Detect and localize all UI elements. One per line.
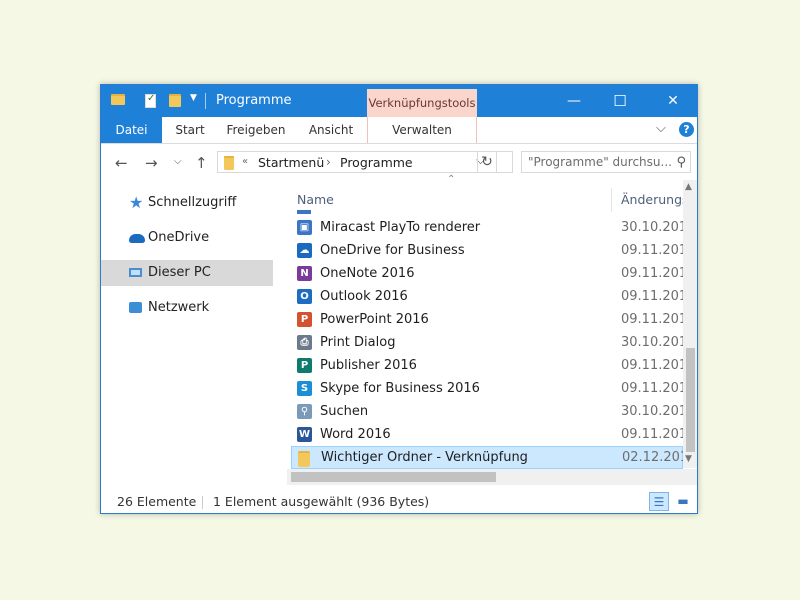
file-name: Word 2016 (320, 427, 391, 442)
breadcrumb-startmenue[interactable]: Startmenü (258, 155, 324, 170)
help-icon[interactable]: ? (679, 122, 694, 137)
window-title: Programme (216, 93, 292, 108)
refresh-icon[interactable]: ↻ (477, 151, 497, 173)
explorer-window: ▼ Programme Verknüpfungstools — ☐ ✕ Date… (100, 84, 698, 514)
word-icon: W (297, 427, 312, 442)
folder-icon (224, 156, 234, 170)
maximize-button[interactable]: ☐ (597, 85, 643, 117)
title-separator (205, 93, 206, 109)
publisher-icon: P (297, 358, 312, 373)
partially-visible-item-icon (297, 210, 311, 214)
file-row[interactable]: Wichtiger Ordner - Verknüpfung 02.12.2015 (291, 446, 696, 469)
recent-locations-icon[interactable]: ⌵ (174, 156, 182, 167)
onenote-icon: N (297, 266, 312, 281)
folder-shortcut-icon (298, 451, 310, 467)
minimize-button[interactable]: — (551, 85, 597, 117)
sidebar-item-label: OneDrive (148, 230, 210, 245)
context-tab-header: Verknüpfungstools (367, 89, 477, 117)
scroll-up-arrow-icon[interactable]: ▲ (685, 182, 692, 192)
status-bar: 26 Elemente 1 Element ausgewählt (936 By… (101, 490, 697, 513)
file-name: Skype for Business 2016 (320, 381, 480, 396)
onedrive-business-icon: ☁ (297, 243, 312, 258)
file-name: Print Dialog (320, 335, 396, 350)
powerpoint-icon: P (297, 312, 312, 327)
search-icon[interactable]: ⚲ (676, 153, 686, 173)
file-row[interactable]: ⎙ Print Dialog 30.10.2015 (291, 331, 695, 354)
skype-icon: S (297, 381, 312, 396)
file-row[interactable]: W Word 2016 09.11.2015 (291, 423, 695, 446)
file-name: OneNote 2016 (320, 266, 415, 281)
sidebar-item-dieser-pc[interactable]: Dieser PC (101, 260, 273, 286)
file-row[interactable]: O Outlook 2016 09.11.2015 (291, 285, 695, 308)
breadcrumb-separator[interactable]: › (326, 155, 331, 169)
file-name: Miracast PlayTo renderer (320, 220, 481, 235)
file-row[interactable]: N OneNote 2016 09.11.2015 (291, 262, 695, 285)
customize-quick-access-icon[interactable]: ▼ (190, 93, 197, 111)
title-bar[interactable]: ▼ Programme Verknüpfungstools — ☐ ✕ (101, 85, 697, 117)
column-header-date[interactable]: Änderungs (621, 188, 689, 212)
sort-ascending-icon: ⌃ (447, 174, 456, 185)
up-arrow-icon[interactable]: ↑ (195, 154, 208, 172)
sidebar-item-onedrive[interactable]: OneDrive (101, 225, 273, 251)
sidebar-item-label: Schnellzugriff (148, 195, 237, 210)
file-row[interactable]: ⚲ Suchen 30.10.2015 (291, 400, 695, 423)
large-icons-view-icon[interactable]: ▬ (673, 492, 693, 511)
file-name: Publisher 2016 (320, 358, 417, 373)
ribbon-tabs: Datei Start Freigeben Ansicht Verwalten … (101, 117, 697, 144)
vertical-scrollbar[interactable]: ▲ ▼ (683, 180, 697, 468)
file-row[interactable]: ☁ OneDrive for Business 09.11.2015 (291, 239, 695, 262)
breadcrumb-programme[interactable]: Programme (340, 155, 413, 170)
file-list: ⌃ Name Änderungs ▣ Miracast PlayTo render… (287, 174, 697, 490)
tab-freigeben[interactable]: Freigeben (225, 117, 287, 143)
navigation-pane: ★ Schnellzugriff OneDrive Dieser PC Netz… (101, 180, 274, 490)
vertical-scroll-thumb[interactable] (686, 348, 695, 452)
tab-ansicht[interactable]: Ansicht (303, 117, 359, 143)
outlook-icon: O (297, 289, 312, 304)
navigation-bar: ← → ⌵ ↑ « Startmenü › Programme ⌵ ↻ "Pro… (101, 144, 697, 180)
star-icon: ★ (129, 193, 144, 212)
details-view-icon[interactable]: ☰ (649, 492, 669, 511)
address-bar[interactable]: « Startmenü › Programme ⌵ (217, 151, 513, 173)
folder-icon (111, 94, 125, 105)
computer-icon (129, 268, 142, 277)
file-name: Outlook 2016 (320, 289, 408, 304)
breadcrumb-overflow[interactable]: « (242, 156, 248, 167)
search-placeholder: "Programme" durchsu... (528, 155, 672, 169)
file-row[interactable]: S Skype for Business 2016 09.11.2015 (291, 377, 695, 400)
sidebar-item-netzwerk[interactable]: Netzwerk (101, 295, 273, 321)
horizontal-scroll-thumb[interactable] (291, 472, 496, 482)
tab-start[interactable]: Start (167, 117, 213, 143)
file-row[interactable]: P PowerPoint 2016 09.11.2015 (291, 308, 695, 331)
file-name: Wichtiger Ordner - Verknüpfung (321, 450, 528, 465)
back-arrow-icon[interactable]: ← (115, 154, 128, 172)
cloud-icon (129, 234, 145, 243)
chevron-down-icon[interactable]: ⌵ (656, 121, 666, 136)
network-icon (129, 302, 142, 313)
sidebar-item-label: Netzwerk (148, 300, 210, 315)
file-row[interactable]: ▣ Miracast PlayTo renderer 30.10.2015 (291, 216, 695, 239)
search-input[interactable]: "Programme" durchsu... ⚲ (521, 151, 691, 173)
miracast-icon: ▣ (297, 220, 312, 235)
status-separator (202, 496, 203, 509)
column-header-name[interactable]: Name (297, 188, 334, 212)
horizontal-scrollbar[interactable] (287, 469, 697, 485)
tab-datei[interactable]: Datei (101, 117, 162, 143)
new-folder-icon[interactable] (169, 94, 181, 107)
file-name: OneDrive for Business (320, 243, 465, 258)
sidebar-item-schnellzugriff[interactable]: ★ Schnellzugriff (101, 190, 273, 216)
scroll-down-arrow-icon[interactable]: ▼ (685, 454, 692, 464)
file-row[interactable]: P Publisher 2016 09.11.2015 (291, 354, 695, 377)
forward-arrow-icon[interactable]: → (145, 154, 158, 172)
properties-icon[interactable] (145, 93, 156, 108)
selection-info: 1 Element ausgewählt (936 Bytes) (213, 494, 430, 509)
tab-verwalten[interactable]: Verwalten (367, 117, 477, 143)
column-divider[interactable] (611, 188, 612, 212)
sidebar-item-label: Dieser PC (148, 265, 211, 280)
search-icon: ⚲ (297, 404, 312, 419)
file-name: PowerPoint 2016 (320, 312, 429, 327)
item-count: 26 Elemente (117, 494, 197, 509)
close-button[interactable]: ✕ (650, 85, 696, 117)
file-name: Suchen (320, 404, 369, 419)
printer-icon: ⎙ (297, 335, 312, 350)
